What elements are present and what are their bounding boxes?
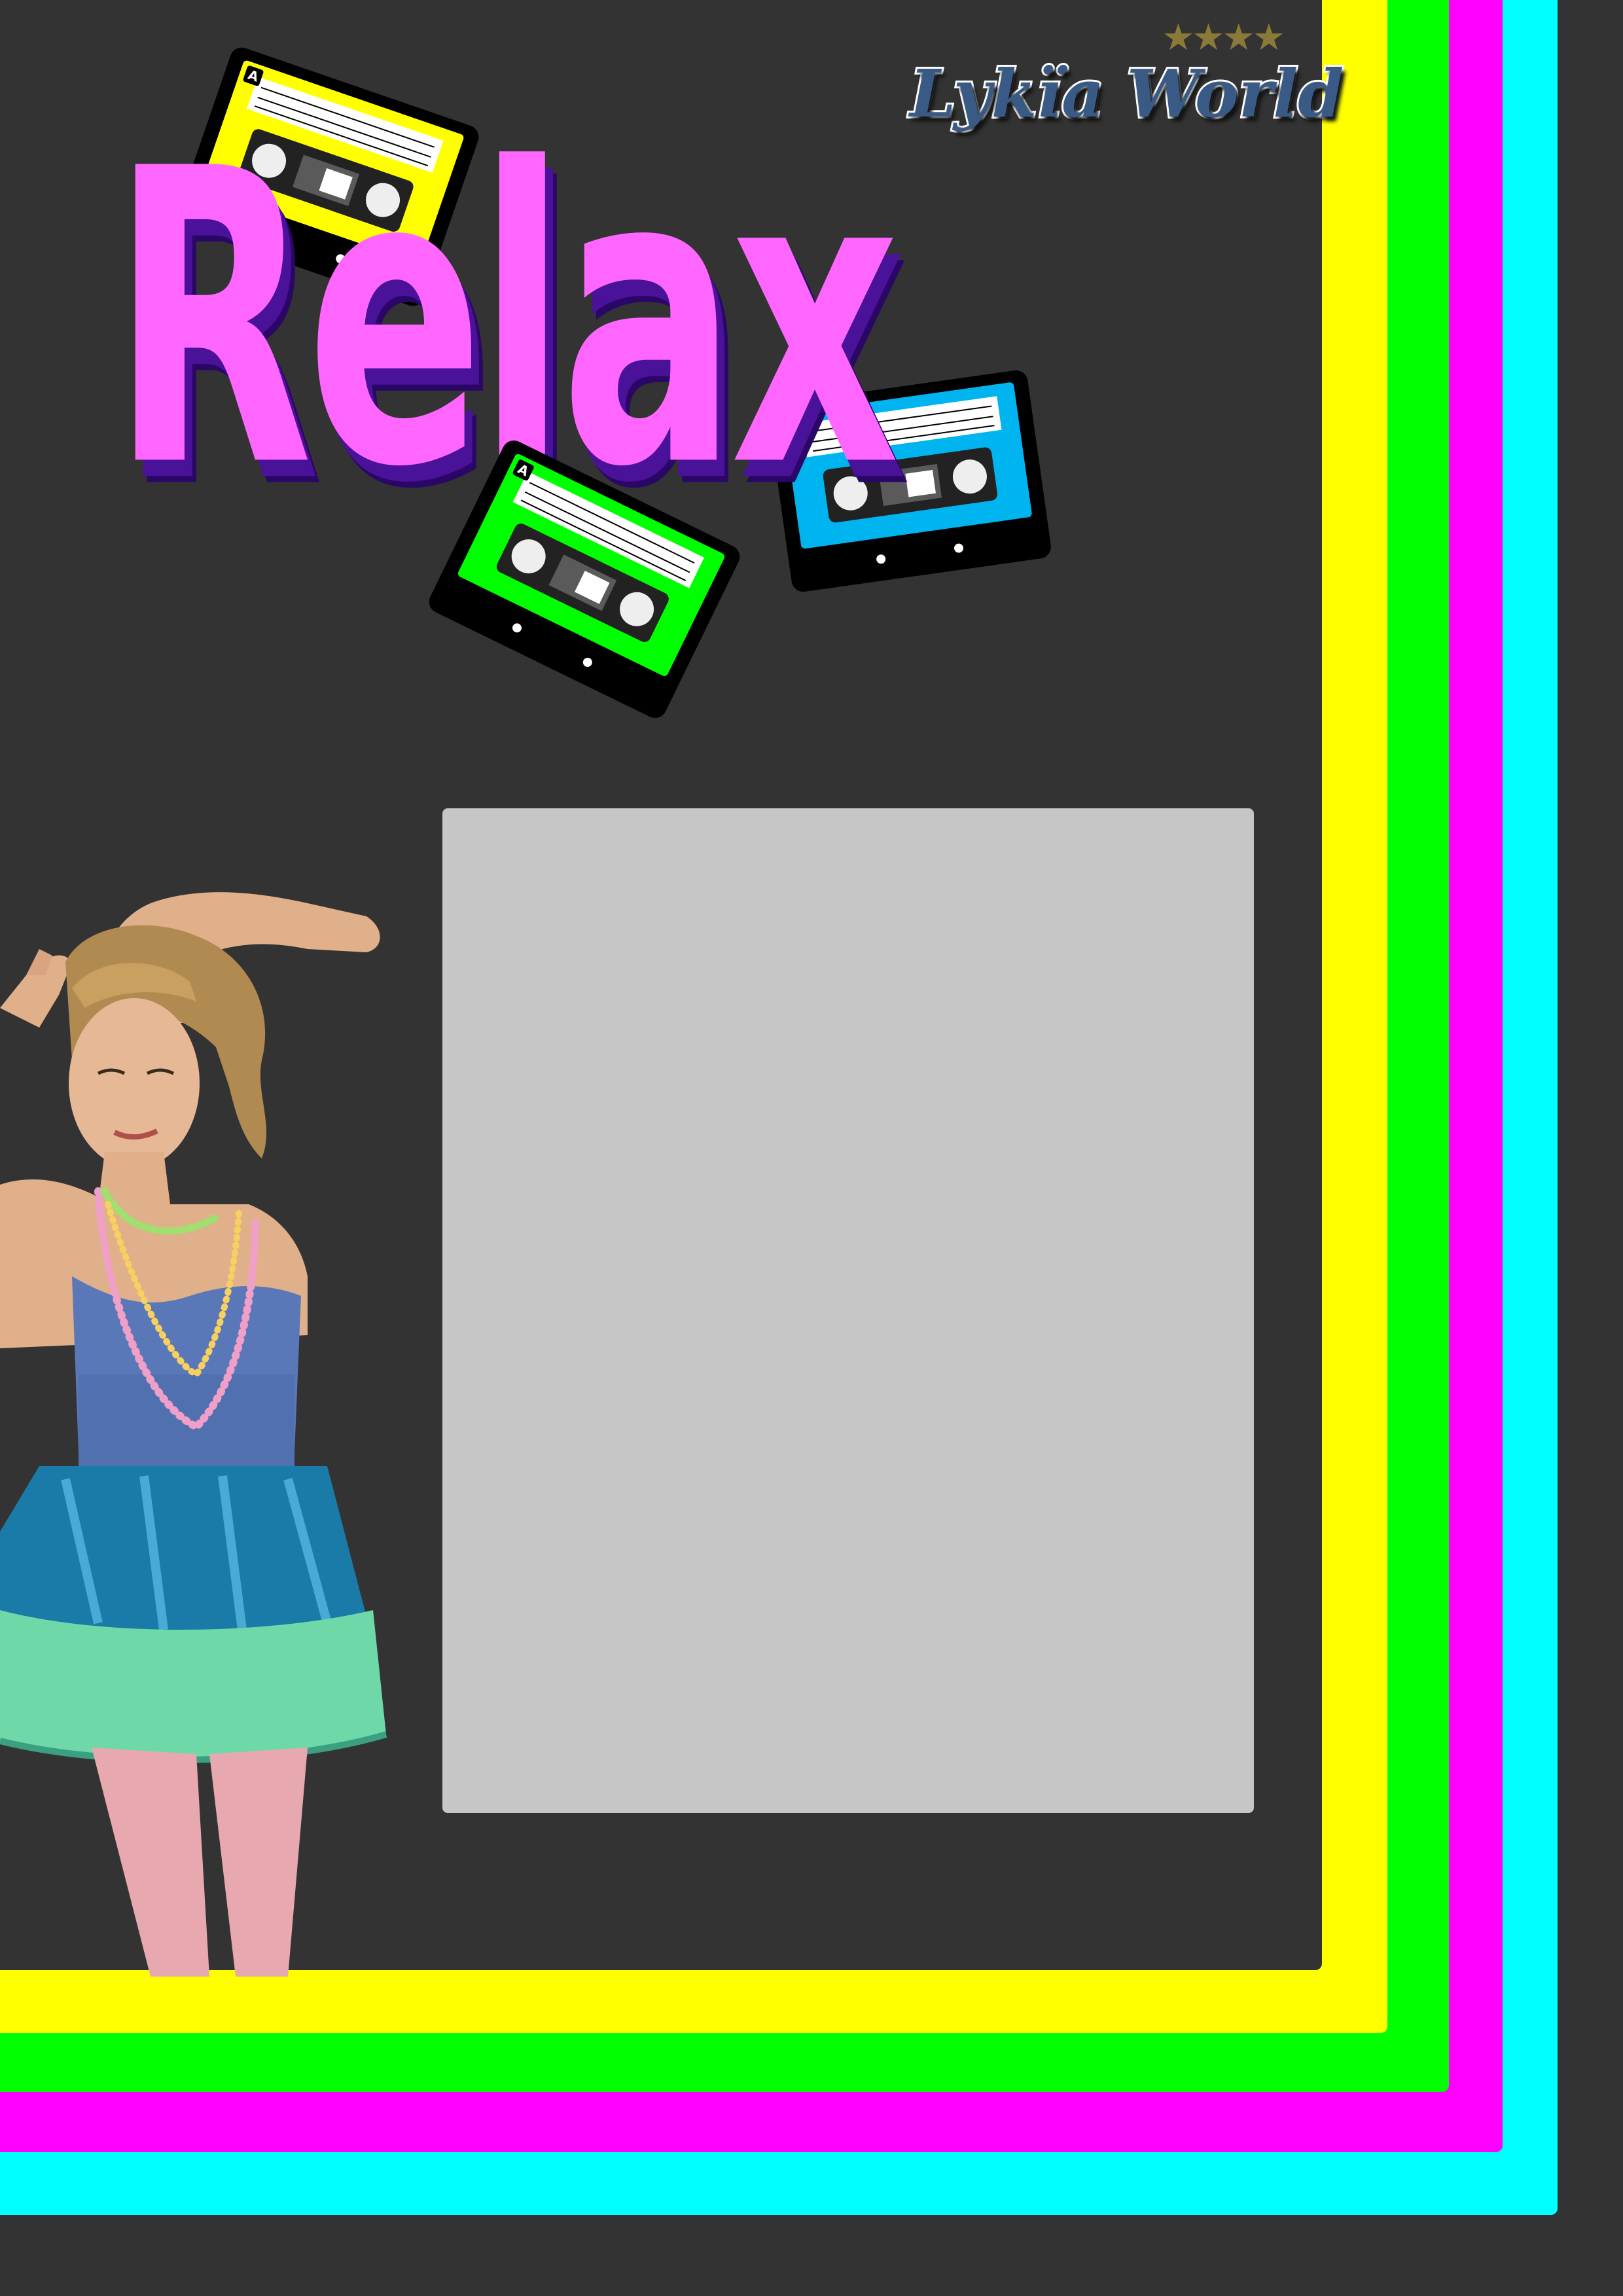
poster-page: ★★★★ Lykïa World A Relax A	[0, 0, 1623, 2296]
cassettes-front-group: A	[429, 440, 740, 718]
photo-placeholder[interactable]	[442, 808, 1254, 1813]
dancer-illustration	[0, 892, 387, 1977]
cassette-green-icon: A	[429, 440, 740, 718]
rating-stars-icon: ★★★★	[1162, 16, 1285, 59]
